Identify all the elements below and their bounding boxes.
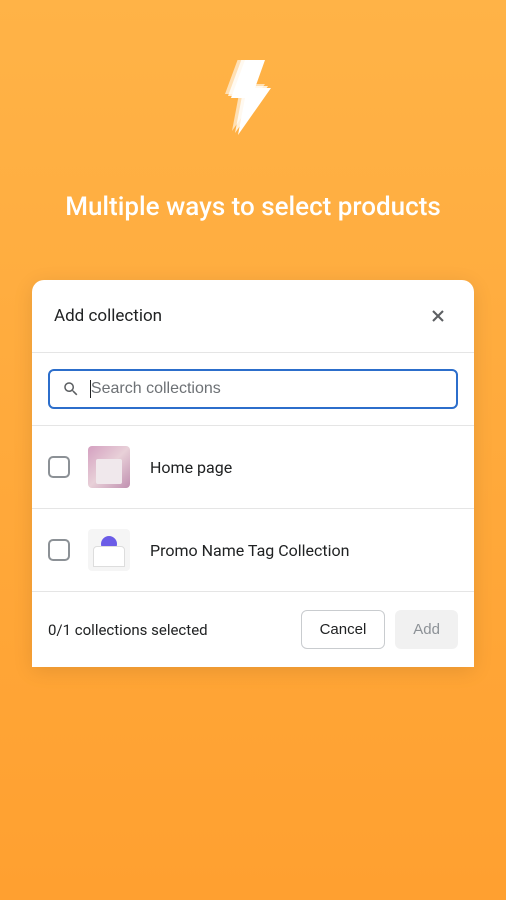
add-collection-modal: Add collection Home page Promo Name Tag … [32,280,474,667]
close-button[interactable] [424,302,452,330]
checkbox[interactable] [48,539,70,561]
modal-title: Add collection [54,306,162,326]
collection-name: Home page [150,458,232,477]
cancel-button[interactable]: Cancel [301,610,386,649]
selection-count: 0/1 collections selected [48,621,208,639]
search-section [32,353,474,426]
collection-thumbnail [88,529,130,571]
collection-item-home-page[interactable]: Home page [32,426,474,509]
search-input[interactable] [91,380,444,398]
checkbox[interactable] [48,456,70,478]
search-icon [62,380,80,398]
hero-title: Multiple ways to select products [25,189,481,225]
collection-name: Promo Name Tag Collection [150,541,349,560]
footer-buttons: Cancel Add [301,610,458,649]
hero-section: Multiple ways to select products [0,0,506,225]
lightning-icon [223,60,283,189]
close-icon [428,306,448,326]
add-button[interactable]: Add [395,610,458,649]
collection-item-promo[interactable]: Promo Name Tag Collection [32,509,474,592]
modal-header: Add collection [32,280,474,353]
modal-footer: 0/1 collections selected Cancel Add [32,592,474,667]
collection-thumbnail [88,446,130,488]
search-wrapper[interactable] [48,369,458,409]
